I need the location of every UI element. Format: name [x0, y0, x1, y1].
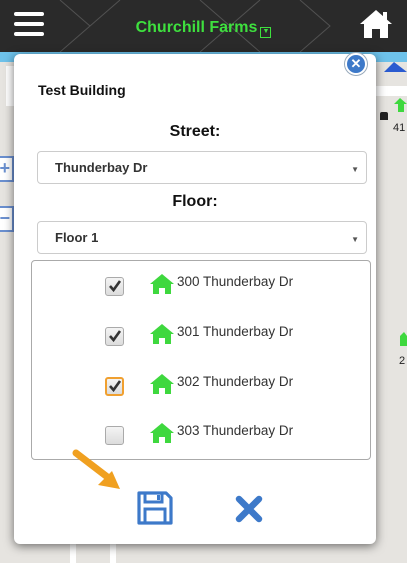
house-icon — [150, 274, 174, 294]
select-caret-icon: ▼ — [351, 165, 359, 174]
unit-checkbox[interactable] — [105, 377, 124, 396]
map-label: 2 — [399, 355, 406, 367]
zoom-out-button[interactable]: − — [0, 206, 14, 232]
unit-list: 300 Thunderbay Dr 301 Thunderbay Dr 302 … — [31, 260, 371, 460]
map-label: 41 — [393, 122, 406, 134]
street-select[interactable]: Thunderbay Dr ▼ — [37, 151, 367, 184]
select-caret-icon: ▼ — [351, 235, 359, 244]
unit-checkbox[interactable] — [105, 426, 124, 445]
unit-checkbox[interactable] — [105, 327, 124, 346]
cancel-icon — [235, 495, 263, 523]
floor-value: Floor 1 — [55, 230, 99, 245]
unit-row: 303 Thunderbay Dr — [32, 422, 370, 448]
floor-select[interactable]: Floor 1 ▼ — [37, 221, 367, 254]
top-bar: Churchill Farms ▼ — [0, 0, 407, 52]
house-icon — [150, 423, 174, 443]
map-marker — [400, 332, 407, 346]
dialog-title: Test Building — [38, 82, 126, 98]
floor-label: Floor: — [172, 193, 218, 210]
map-road — [6, 66, 14, 106]
house-icon — [150, 324, 174, 344]
unit-row: 302 Thunderbay Dr — [32, 373, 370, 399]
menu-icon — [14, 12, 44, 16]
map-markers — [380, 62, 407, 120]
cancel-button[interactable] — [234, 494, 264, 524]
chevron-down-icon: ▼ — [260, 27, 272, 38]
checkmark-icon — [109, 380, 122, 393]
save-button[interactable] — [136, 490, 174, 526]
close-button[interactable]: ✕ — [345, 53, 367, 75]
home-button[interactable] — [359, 8, 393, 40]
house-icon — [150, 374, 174, 394]
unit-label: 303 Thunderbay Dr — [177, 423, 294, 438]
street-value: Thunderbay Dr — [55, 160, 148, 175]
checkmark-icon — [109, 280, 122, 293]
app-title: Churchill Farms — [135, 19, 258, 36]
save-icon — [137, 491, 173, 525]
building-dialog: ✕ Test Building Street: Thunderbay Dr ▼ … — [14, 53, 376, 544]
close-icon: ✕ — [350, 56, 362, 71]
zoom-in-button[interactable]: + — [0, 156, 14, 182]
unit-checkbox[interactable] — [105, 277, 124, 296]
unit-label: 302 Thunderbay Dr — [177, 374, 294, 389]
unit-label: 300 Thunderbay Dr — [177, 274, 294, 289]
map-road — [70, 542, 76, 563]
app-title-dropdown[interactable]: Churchill Farms ▼ — [0, 19, 407, 38]
unit-row: 301 Thunderbay Dr — [32, 323, 370, 349]
checkmark-icon — [109, 330, 122, 343]
pointer-arrow-icon — [72, 449, 120, 489]
unit-label: 301 Thunderbay Dr — [177, 324, 294, 339]
map-road — [110, 542, 116, 563]
home-icon — [360, 10, 392, 38]
unit-row: 300 Thunderbay Dr — [32, 273, 370, 299]
street-label: Street: — [169, 123, 221, 140]
